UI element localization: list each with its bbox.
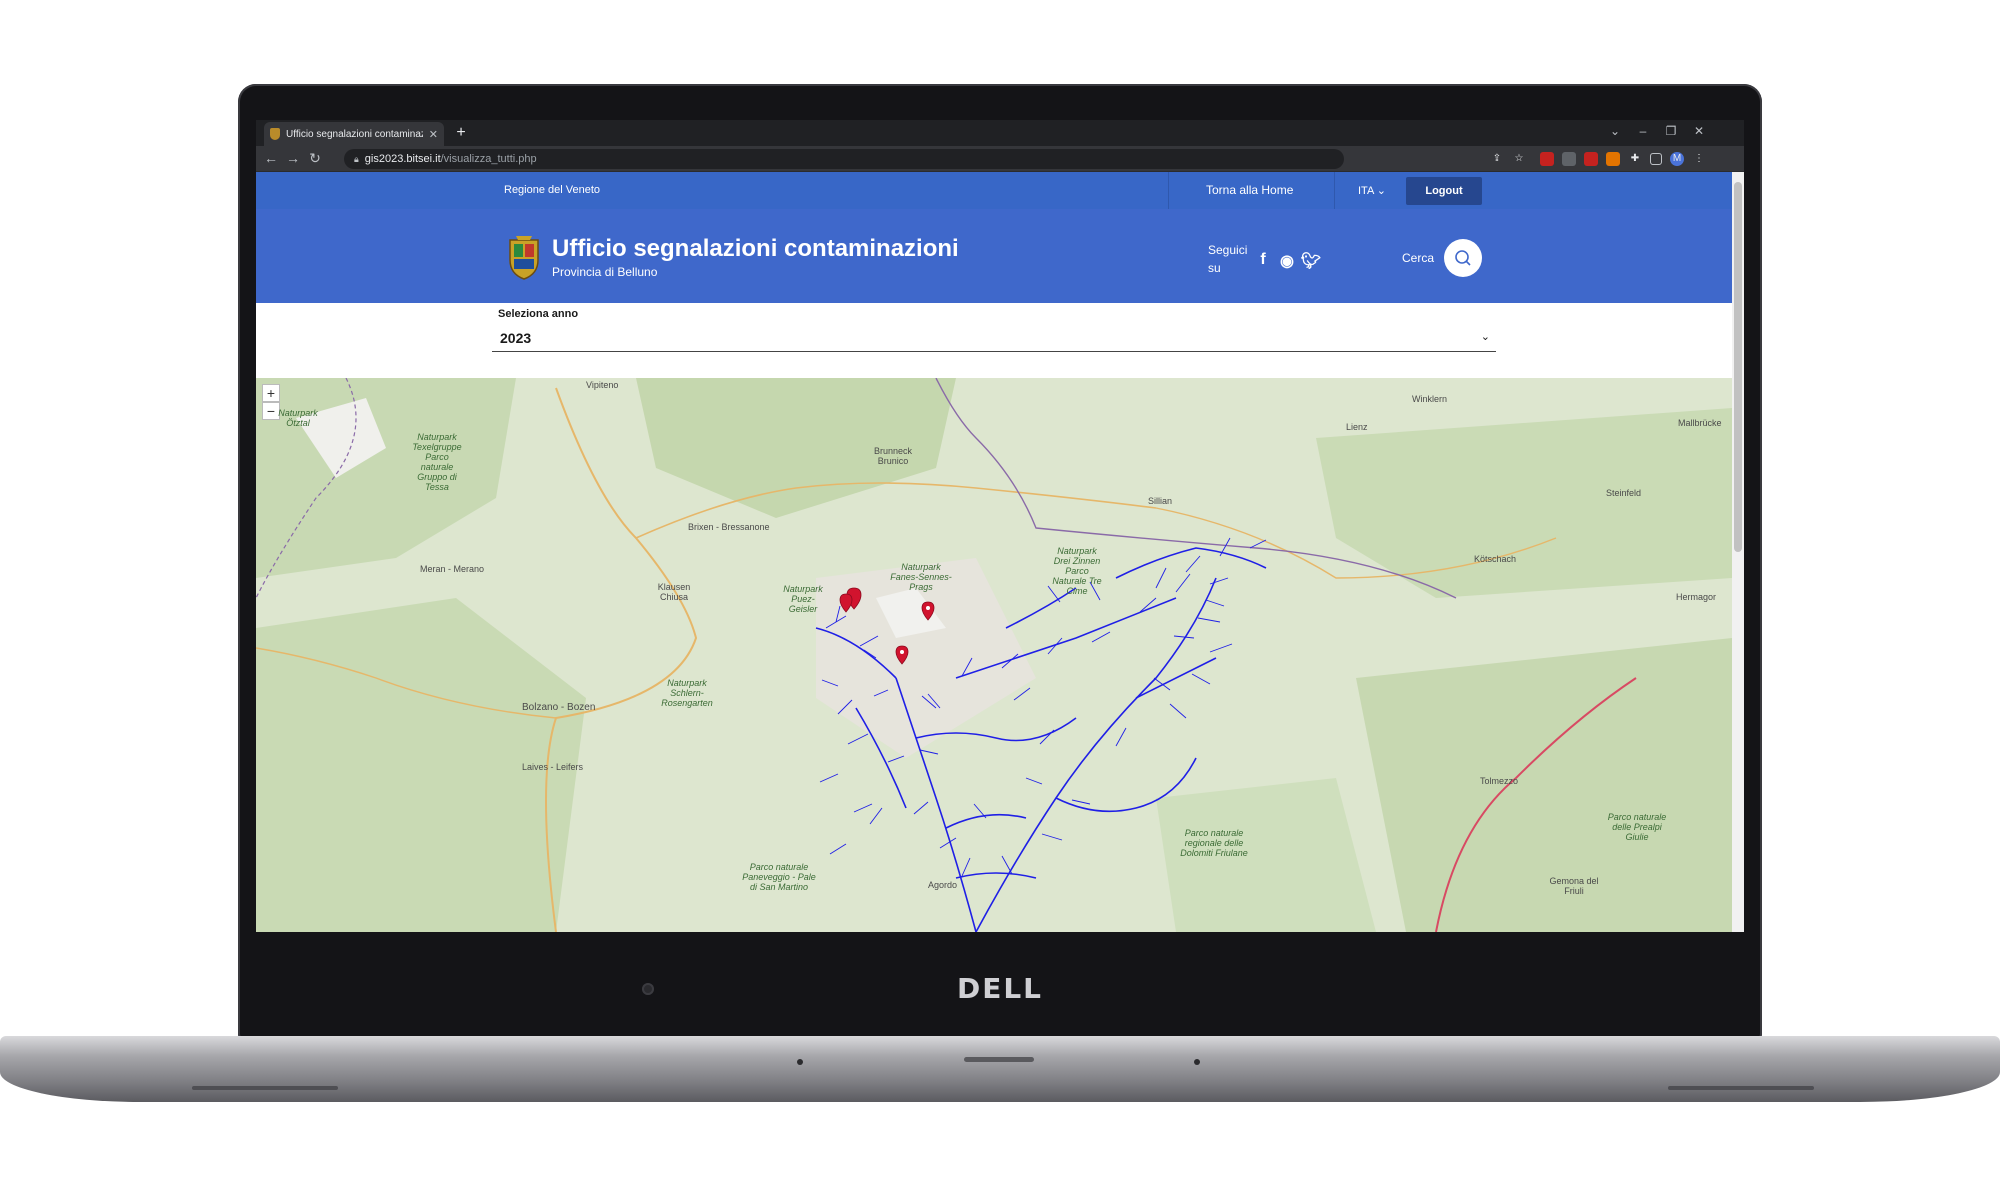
map-place-label: Brunneck Brunico: [873, 446, 913, 466]
browser-tabbar: Ufficio segnalazioni contaminazioni ✕ + …: [256, 120, 1744, 146]
browser-toolbar: ← → ↻ 🔒︎ gis2023.bitsei.it /visualizza_t…: [256, 146, 1744, 172]
divider: [1334, 172, 1335, 209]
new-tab-button[interactable]: +: [452, 125, 470, 143]
tab-title: Ufficio segnalazioni contaminazioni: [286, 128, 423, 140]
forward-icon[interactable]: →: [284, 150, 302, 166]
map-place-label: Gemona del Friuli: [1549, 876, 1599, 896]
map-park-label: Naturpark Ötztal: [278, 408, 318, 428]
site-header: Ufficio segnalazioni contaminazioni Prov…: [256, 209, 1732, 303]
laptop-hinge-notch: [964, 1057, 1034, 1062]
year-label: Seleziona anno: [498, 308, 579, 320]
browser-tab[interactable]: Ufficio segnalazioni contaminazioni ✕: [264, 122, 444, 146]
divider: [1168, 172, 1169, 209]
site-title: Ufficio segnalazioni contaminazioni: [552, 235, 959, 262]
page-scrollbar[interactable]: [1732, 172, 1744, 932]
share-icon[interactable]: ⇪: [1490, 152, 1504, 166]
map-place-label: Sillian: [1148, 496, 1173, 506]
map-park-label: Naturpark Drei Zinnen Parco Naturale Tre…: [1052, 546, 1102, 596]
laptop-base: [0, 1036, 2000, 1102]
puzzle-icon[interactable]: ✚: [1628, 152, 1642, 166]
language-select[interactable]: ITA ⌄: [1358, 184, 1386, 197]
map-place-label: Bolzano - Bozen: [522, 702, 596, 713]
url-host: gis2023.bitsei.it: [364, 153, 441, 165]
home-link[interactable]: Torna alla Home: [1206, 183, 1293, 197]
logout-button[interactable]: Logout: [1406, 177, 1482, 205]
brand-logo: DELL: [956, 972, 1044, 1005]
profile-avatar[interactable]: M: [1670, 152, 1684, 166]
extension-icon[interactable]: [1584, 152, 1598, 166]
extension-icon[interactable]: [1540, 152, 1554, 166]
back-icon[interactable]: ←: [262, 150, 280, 166]
map-park-label: Naturpark Puez-Geisler: [783, 584, 823, 614]
minimize-icon[interactable]: –: [1634, 124, 1652, 138]
map-place-label: Brixen - Bressanone: [688, 522, 770, 532]
map-place-label: Vipiteno: [586, 380, 619, 390]
map-place-label: Lienz: [1346, 422, 1368, 432]
address-bar[interactable]: 🔒︎ gis2023.bitsei.it /visualizza_tutti.p…: [344, 149, 1344, 169]
laptop-base-dot: [797, 1059, 803, 1065]
scrollbar-thumb[interactable]: [1734, 182, 1742, 552]
extension-icon[interactable]: [1562, 152, 1576, 166]
url-path: /visualizza_tutti.php: [440, 153, 537, 165]
map-place-label: Klausen Chiusa: [657, 582, 691, 602]
search-icon: [1455, 250, 1471, 266]
top-bar: Regione del Veneto Torna alla Home ITA ⌄…: [256, 172, 1732, 209]
screen: Ufficio segnalazioni contaminazioni ✕ + …: [256, 120, 1744, 932]
map-place-label: Laives - Leifers: [522, 762, 584, 772]
facebook-icon[interactable]: f: [1252, 251, 1274, 269]
language-value: ITA: [1358, 185, 1374, 197]
tab-close-icon[interactable]: ✕: [429, 128, 438, 141]
map-place-label: Mallbrücke: [1678, 418, 1722, 428]
year-select[interactable]: 2023 ⌄: [492, 322, 1496, 352]
map-park-label: Naturpark Fanes-Sennes-Prags: [890, 562, 952, 592]
favicon-icon: [270, 128, 280, 140]
laptop-base-dot: [1194, 1059, 1200, 1065]
menu-dots-icon[interactable]: ⋮: [1692, 152, 1706, 166]
github-icon[interactable]: ◉: [1276, 251, 1298, 271]
map-park-label: Parco naturale Paneveggio - Pale di San …: [742, 862, 816, 892]
web-page: Regione del Veneto Torna alla Home ITA ⌄…: [256, 172, 1732, 932]
map-place-label: Winklern: [1412, 394, 1448, 404]
map-park-label: Naturpark Texelgruppe Parco naturale Gru…: [412, 432, 462, 492]
year-value: 2023: [500, 330, 532, 346]
search-button[interactable]: [1444, 239, 1482, 277]
map-place-label: Tolmezzo: [1480, 776, 1519, 786]
laptop-vent: [1668, 1086, 1814, 1090]
map-place-label: Agordo: [928, 880, 958, 890]
zoom-in-button[interactable]: +: [262, 384, 280, 402]
tab-search-icon[interactable]: ⌄: [1606, 124, 1624, 138]
bookmark-star-icon[interactable]: ☆: [1512, 152, 1526, 166]
province-crest-icon: [509, 236, 539, 280]
restore-icon[interactable]: ❐: [1662, 124, 1680, 138]
lock-icon: 🔒︎: [354, 153, 359, 164]
search-label: Cerca: [1402, 251, 1435, 265]
reload-icon[interactable]: ↻: [306, 150, 324, 167]
map-canvas[interactable]: [256, 378, 1732, 932]
map-park-label: Parco naturale regionale delle Dolomiti …: [1180, 828, 1248, 858]
site-subtitle: Provincia di Belluno: [552, 265, 658, 279]
extension-icon[interactable]: [1606, 152, 1620, 166]
map-place-label: Kötschach: [1474, 554, 1517, 564]
follow-label: Seguici su: [1208, 243, 1248, 275]
side-panel-icon[interactable]: [1650, 153, 1662, 165]
close-window-icon[interactable]: ✕: [1690, 124, 1708, 138]
twitter-icon[interactable]: 🐦︎: [1300, 251, 1322, 271]
region-link[interactable]: Regione del Veneto: [504, 184, 600, 196]
map-place-label: Meran - Merano: [420, 564, 485, 574]
chevron-down-icon: ⌄: [1376, 185, 1386, 197]
map-place-label: Steinfeld: [1606, 488, 1642, 498]
map[interactable]: + − Vipiteno Winklern Lienz Mallbrücke B…: [256, 378, 1732, 932]
map-park-label: Parco naturale delle Prealpi Giulie: [1607, 812, 1667, 842]
webcam: [642, 983, 654, 995]
laptop-vent: [192, 1086, 338, 1090]
chevron-down-icon: ⌄: [1480, 331, 1490, 343]
map-park-label: Naturpark Schlern-Rosengarten: [661, 678, 713, 708]
map-place-label: Hermagor: [1676, 592, 1717, 602]
